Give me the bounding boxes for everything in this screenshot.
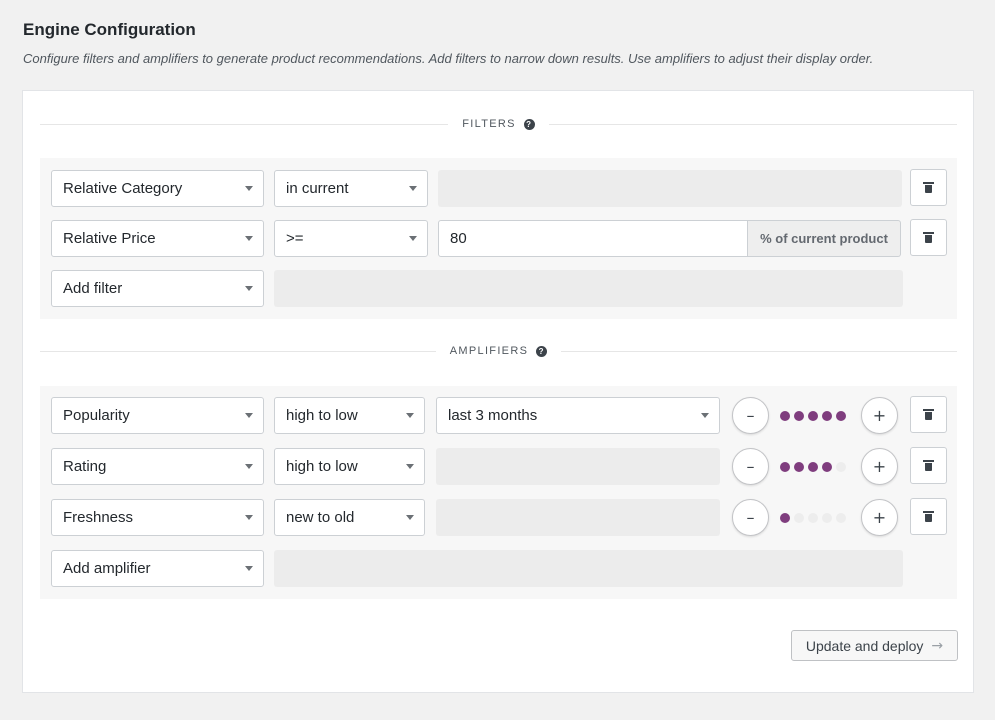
chevron-down-icon [406,413,414,418]
add-filter-placeholder [274,270,903,307]
chevron-down-icon [245,286,253,291]
chevron-down-icon [406,515,414,520]
increase-weight-button[interactable]: + [861,499,898,536]
add-filter-label: Add filter [63,280,123,297]
chevron-down-icon [245,515,253,520]
weight-dot-empty [822,513,832,523]
filter-value-input[interactable]: 80 [438,220,748,257]
amplifier-field-select[interactable]: Popularity [51,397,264,434]
chevron-down-icon [245,186,253,191]
weight-indicator [780,462,846,472]
amplifier-order-select[interactable]: high to low [274,397,425,434]
update-and-deploy-button[interactable]: Update and deploy → [791,630,958,661]
weight-dot-empty [836,462,846,472]
weight-dot-filled [822,462,832,472]
chevron-down-icon [245,566,253,571]
filter-value-suffix: % of current product [748,220,901,257]
add-amplifier-label: Add amplifier [63,560,151,577]
decrease-weight-button[interactable]: – [732,397,769,434]
trash-icon [923,460,934,471]
weight-dot-filled [780,462,790,472]
divider [40,350,436,352]
arrow-right-icon: → [931,637,944,654]
amplifier-field-select[interactable]: Rating [51,448,264,485]
chevron-down-icon [701,413,709,418]
divider [561,350,957,352]
increase-weight-button[interactable]: + [861,397,898,434]
divider [548,123,958,125]
amplifiers-panel: Popularity high to low last 3 months – +… [40,386,957,599]
weight-indicator [780,411,846,421]
weight-dot-empty [794,513,804,523]
chevron-down-icon [409,186,417,191]
weight-dot-filled [808,462,818,472]
amplifiers-heading: AMPLIFIERS ? [40,341,957,361]
weight-dot-filled [794,462,804,472]
delete-amplifier-button[interactable] [910,498,947,535]
amplifier-period-select[interactable]: last 3 months [436,397,720,434]
weight-indicator [780,513,846,523]
trash-icon [923,182,934,193]
amplifier-field-value: Freshness [63,509,134,526]
filters-heading-label: FILTERS [462,118,516,130]
amplifier-order-select[interactable]: high to low [274,448,425,485]
weight-dot-filled [822,411,832,421]
amplifiers-heading-label: AMPLIFIERS [449,345,529,357]
filter-field-value: Relative Price [63,230,156,247]
trash-icon [923,232,934,243]
weight-dot-filled [780,411,790,421]
filters-heading: FILTERS ? [40,114,958,134]
amplifier-order-value: high to low [286,407,358,424]
filter-field-select[interactable]: Relative Category [51,170,264,207]
decrease-weight-button[interactable]: – [732,499,769,536]
trash-icon [923,409,934,420]
delete-filter-button[interactable] [910,219,947,256]
add-amplifier-select[interactable]: Add amplifier [51,550,264,587]
delete-filter-button[interactable] [910,169,947,206]
filter-operator-select[interactable]: >= [274,220,428,257]
chevron-down-icon [245,464,253,469]
chevron-down-icon [245,413,253,418]
help-icon[interactable]: ? [523,118,535,130]
amplifier-field-value: Rating [63,458,107,475]
amplifier-order-select[interactable]: new to old [274,499,425,536]
amplifier-order-value: high to low [286,458,358,475]
delete-amplifier-button[interactable] [910,447,947,484]
filter-operator-value: >= [286,230,304,247]
weight-dot-filled [780,513,790,523]
amplifier-period-placeholder [436,448,720,485]
chevron-down-icon [245,236,253,241]
amplifier-order-value: new to old [286,509,355,526]
filters-panel: Relative Category in current Relative Pr… [40,158,957,319]
add-amplifier-placeholder [274,550,903,587]
divider [40,123,449,125]
chevron-down-icon [406,464,414,469]
filter-operator-select[interactable]: in current [274,170,428,207]
increase-weight-button[interactable]: + [861,448,898,485]
deploy-button-label: Update and deploy [805,637,924,654]
weight-dot-filled [794,411,804,421]
page-description: Configure filters and amplifiers to gene… [23,51,874,66]
filter-value-placeholder [438,170,902,207]
amplifier-field-value: Popularity [63,407,130,424]
filter-field-value: Relative Category [63,180,183,197]
page-title: Engine Configuration [23,20,196,39]
weight-dot-empty [808,513,818,523]
help-icon[interactable]: ? [536,345,548,357]
amplifier-period-placeholder [436,499,720,536]
weight-dot-filled [836,411,846,421]
filter-field-select[interactable]: Relative Price [51,220,264,257]
decrease-weight-button[interactable]: – [732,448,769,485]
trash-icon [923,511,934,522]
amplifier-period-value: last 3 months [448,407,538,424]
weight-dot-filled [808,411,818,421]
weight-dot-empty [836,513,846,523]
filter-operator-value: in current [286,180,349,197]
chevron-down-icon [409,236,417,241]
engine-config-card: FILTERS ? Relative Category in current R… [22,90,974,693]
delete-amplifier-button[interactable] [910,396,947,433]
add-filter-select[interactable]: Add filter [51,270,264,307]
amplifier-field-select[interactable]: Freshness [51,499,264,536]
